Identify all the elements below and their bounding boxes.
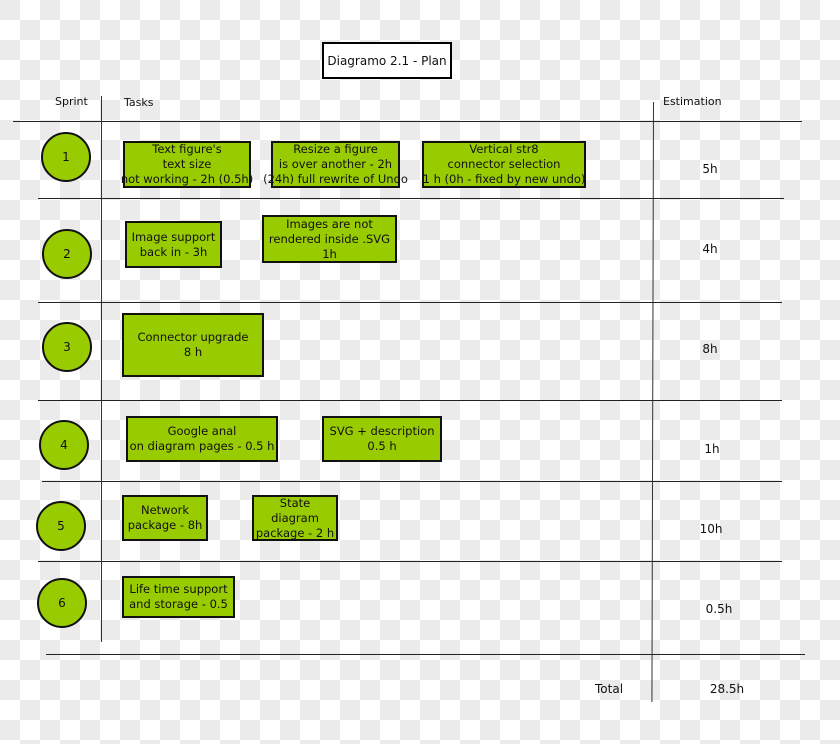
estimation-header: Estimation <box>663 95 722 108</box>
sprint-circle-5: 5 <box>36 501 86 551</box>
task-label: Network package - 8h <box>127 503 203 532</box>
estimation-value: 4h <box>702 242 718 256</box>
task-card[interactable]: Images are not rendered inside .SVG 1h <box>262 215 397 263</box>
sprint-number: 2 <box>63 247 71 261</box>
task-label: Resize a figure is over another - 2h (24… <box>263 142 408 186</box>
sprint-number: 3 <box>63 340 71 354</box>
row-divider-4 <box>42 481 782 482</box>
sprint-number: 4 <box>60 438 68 452</box>
task-card[interactable]: Image support back in - 3h <box>125 221 222 268</box>
tasks-estimation-divider <box>651 101 654 702</box>
estimation-value: 5h <box>702 162 718 176</box>
task-label: SVG + description 0.5 h <box>329 424 435 453</box>
task-label: Images are not rendered inside .SVG 1h <box>268 216 391 261</box>
row-divider-header <box>13 121 802 122</box>
sprint-number: 1 <box>62 150 70 164</box>
tasks-header: Tasks <box>124 96 154 109</box>
task-label: Vertical str8 connector selection 1 h (0… <box>422 142 586 186</box>
task-card[interactable]: State diagram package - 2 h <box>252 495 338 541</box>
estimation-value: 0.5h <box>705 602 733 616</box>
task-label: State diagram package - 2 h <box>255 495 335 540</box>
diagram-title: Diagramo 2.1 - Plan <box>322 42 452 79</box>
task-card[interactable]: Connector upgrade 8 h <box>122 313 264 377</box>
sprint-circle-3: 3 <box>42 322 92 372</box>
task-label: Life time support and storage - 0.5 <box>129 582 228 611</box>
row-divider-5 <box>38 561 782 562</box>
estimation-value: 10h <box>699 522 723 536</box>
sprint-circle-6: 6 <box>37 578 87 628</box>
task-label: Text figure's text size not working - 2h… <box>120 142 254 186</box>
task-card[interactable]: Google anal on diagram pages - 0.5 h <box>126 416 278 462</box>
sprint-number: 6 <box>58 596 66 610</box>
row-divider-3 <box>38 400 782 401</box>
row-divider-2 <box>38 302 782 303</box>
task-card[interactable]: Life time support and storage - 0.5 <box>122 576 235 618</box>
row-divider-1 <box>38 198 784 199</box>
task-card[interactable]: SVG + description 0.5 h <box>322 416 442 462</box>
sprint-circle-1: 1 <box>41 132 91 182</box>
estimation-value: 1h <box>704 442 720 456</box>
task-label: Image support back in - 3h <box>131 229 216 259</box>
total-label: Total <box>595 682 624 696</box>
estimation-value: 8h <box>702 342 718 356</box>
task-card[interactable]: Vertical str8 connector selection 1 h (0… <box>422 141 586 188</box>
sprint-circle-4: 4 <box>39 420 89 470</box>
total-value: 28.5h <box>709 682 745 696</box>
row-divider-total <box>46 654 805 655</box>
task-label: Connector upgrade 8 h <box>137 330 249 359</box>
task-card[interactable]: Text figure's text size not working - 2h… <box>120 141 254 188</box>
task-label: Google anal on diagram pages - 0.5 h <box>129 424 275 453</box>
sprint-header: Sprint <box>55 95 88 108</box>
sprint-circle-2: 2 <box>42 229 92 279</box>
sprint-number: 5 <box>57 519 65 533</box>
task-card[interactable]: Network package - 8h <box>122 495 208 541</box>
task-card[interactable]: Resize a figure is over another - 2h (24… <box>263 141 408 188</box>
